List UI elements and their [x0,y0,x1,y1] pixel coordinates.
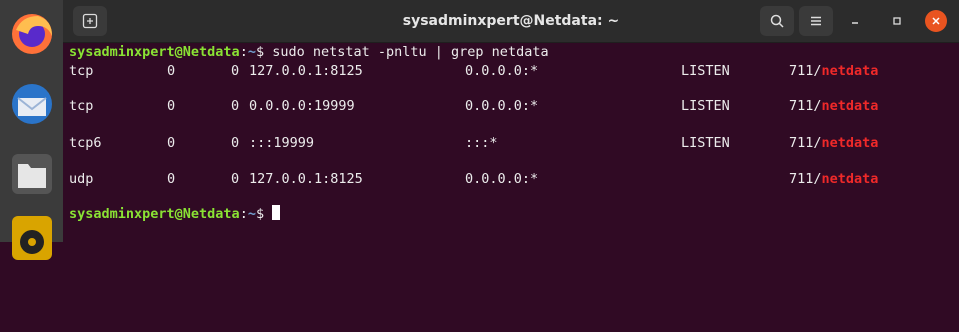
foreign-address-cell: 0.0.0.0:* [465,98,539,114]
local-address-cell: 127.0.0.1:8125 [249,63,363,79]
minimize-button[interactable] [844,10,866,32]
search-button[interactable] [760,6,794,36]
pid-text: 711/ [789,171,822,187]
maximize-icon [893,17,901,25]
recvq-cell: 0 [167,63,176,79]
pid-text: 711/ [789,98,822,114]
table-row: tcp6 0 0 :::19999 :::* LISTEN 711/netdat… [69,134,949,152]
prompt-symbol: $ [255,206,265,222]
table-row: tcp 0 0 127.0.0.1:8125 0.0.0.0:* LISTEN … [69,62,949,80]
close-button[interactable] [925,10,947,32]
local-address-cell: 0.0.0.0:19999 [249,98,355,114]
prompt-user: sysadminxpert@Netdata [69,206,240,222]
rhythmbox-icon[interactable] [8,212,56,260]
terminal-output[interactable]: sysadminxpert@Netdata:~$ sudo netstat -p… [69,43,959,242]
proto-cell: tcp [69,98,94,114]
thunderbird-icon[interactable] [8,80,56,128]
prompt-user: sysadminxpert@Netdata [69,44,240,60]
pid-program-cell: 711/netdata [789,170,878,188]
foreign-address-cell: :::* [465,135,498,151]
foreign-address-cell: 0.0.0.0:* [465,171,539,187]
table-row: tcp 0 0 0.0.0.0:19999 0.0.0.0:* LISTEN 7… [69,97,949,115]
hamburger-icon [811,16,821,26]
state-cell: LISTEN [681,98,730,114]
sendq-cell: 0 [231,63,240,79]
sendq-cell: 0 [231,98,240,114]
command-line: sysadminxpert@Netdata:~$ sudo netstat -p… [69,44,549,60]
program-name: netdata [821,98,879,114]
sendq-cell: 0 [231,135,240,151]
pid-text: 711/ [789,63,822,79]
table-row: udp 0 0 127.0.0.1:8125 0.0.0.0:* 711/net… [69,170,949,188]
pid-program-cell: 711/netdata [789,97,878,115]
files-icon[interactable] [8,150,56,198]
program-name: netdata [821,63,879,79]
program-name: netdata [821,135,879,151]
terminal-window: sysadminxpert@Netdata: ~ sysadminxpert@N… [63,0,959,242]
proto-cell: udp [69,171,94,187]
prompt-symbol: $ [255,44,265,60]
foreign-address-cell: 0.0.0.0:* [465,63,539,79]
proto-cell: tcp [69,63,94,79]
pid-text: 711/ [789,135,822,151]
state-cell: LISTEN [681,63,730,79]
recvq-cell: 0 [167,98,176,114]
local-address-cell: :::19999 [249,135,315,151]
firefox-icon[interactable] [8,10,56,58]
sendq-cell: 0 [231,171,240,187]
recvq-cell: 0 [167,135,176,151]
local-address-cell: 127.0.0.1:8125 [249,171,363,187]
close-icon [932,17,940,25]
menu-button[interactable] [799,6,833,36]
prompt-path: ~ [247,206,256,222]
minimize-icon [852,22,858,24]
titlebar: sysadminxpert@Netdata: ~ [63,0,959,43]
command-text: sudo netstat -pnltu | grep netdata [264,44,549,60]
state-cell: LISTEN [681,135,730,151]
recvq-cell: 0 [167,171,176,187]
maximize-button[interactable] [886,10,908,32]
text-cursor [272,205,281,220]
prompt-line: sysadminxpert@Netdata:~$ [69,205,281,223]
search-icon [770,14,784,28]
dock [0,0,64,260]
prompt-path: ~ [247,44,256,60]
pid-program-cell: 711/netdata [789,134,878,152]
proto-cell: tcp6 [69,135,102,151]
program-name: netdata [821,171,879,187]
pid-program-cell: 711/netdata [789,62,878,80]
